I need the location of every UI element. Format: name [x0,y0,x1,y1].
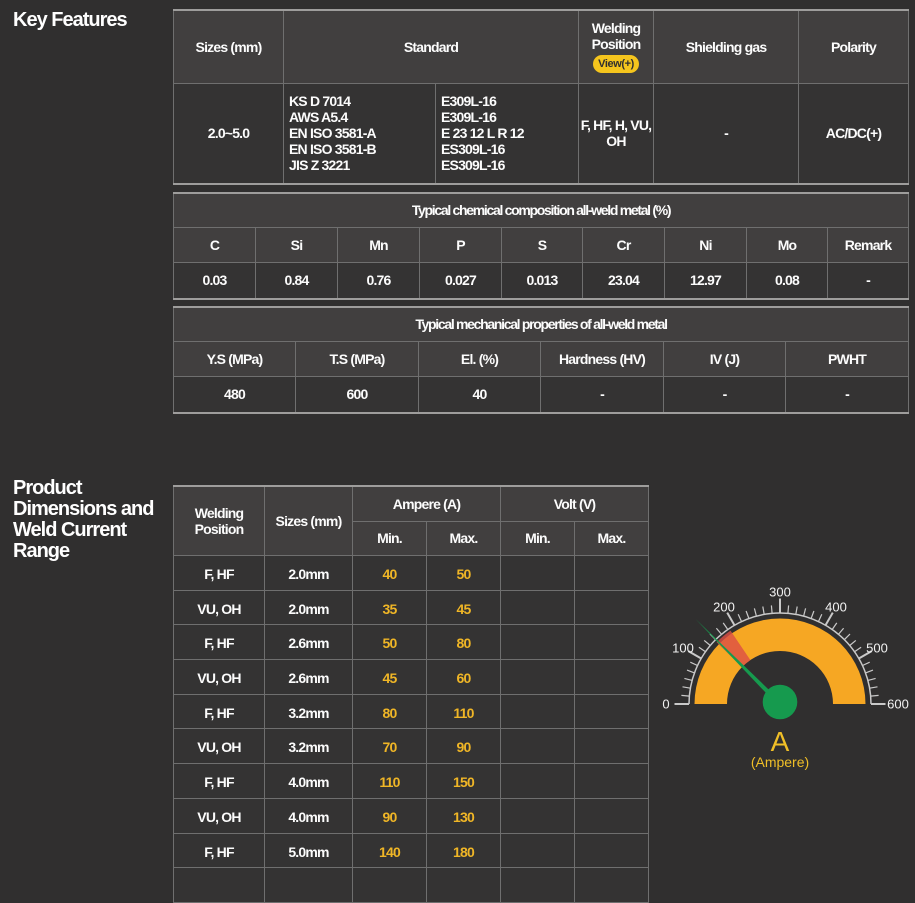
svg-text:300: 300 [769,585,791,600]
svg-text:500: 500 [866,641,888,656]
svg-text:200: 200 [713,600,735,615]
svg-text:400: 400 [825,600,847,615]
svg-text:(Ampere): (Ampere) [751,754,809,770]
svg-text:100: 100 [672,641,694,656]
svg-text:600: 600 [887,697,909,712]
svg-text:A: A [771,726,790,757]
svg-text:0: 0 [662,697,669,712]
